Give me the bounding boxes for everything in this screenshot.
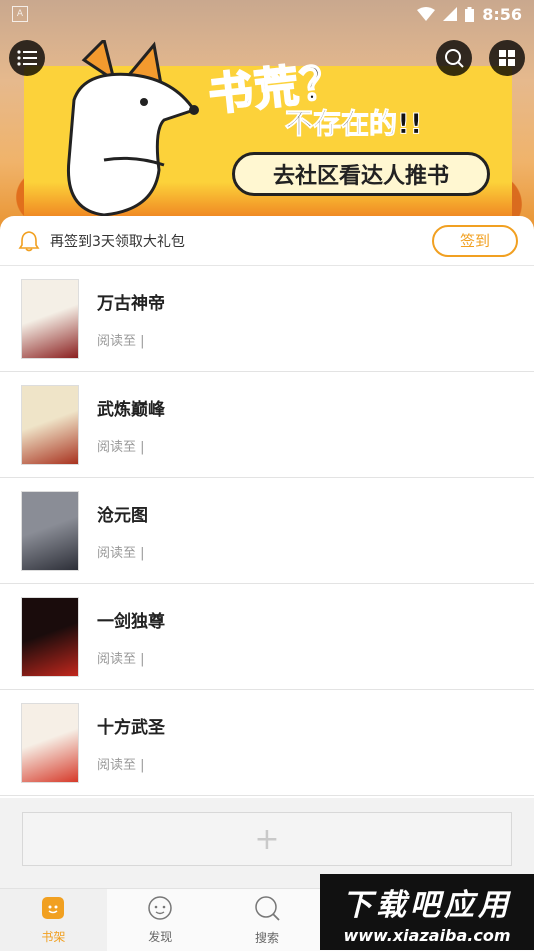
book-title: 一剑独尊 <box>97 611 165 632</box>
book-row[interactable]: 武炼巅峰 阅读至 | <box>0 372 534 478</box>
book-title: 武炼巅峰 <box>97 399 165 420</box>
plus-icon: + <box>254 821 280 857</box>
book-row[interactable]: 一剑独尊 阅读至 | <box>0 584 534 690</box>
book-row[interactable]: 沧元图 阅读至 | <box>0 478 534 584</box>
bookshelf-sheet: 再签到3天领取大礼包 签到 万古神帝 阅读至 | 武炼巅峰 阅读至 | 沧元图 … <box>0 216 534 886</box>
search-button[interactable] <box>436 40 472 76</box>
battery-icon <box>465 6 475 22</box>
grid-icon <box>499 50 515 66</box>
grid-view-button[interactable] <box>489 40 525 76</box>
nav-item-discover[interactable]: 发现 <box>107 889 214 951</box>
nav-label: 书架 <box>41 929 66 944</box>
book-cover[interactable] <box>21 490 79 571</box>
nav-label: 发现 <box>148 929 173 944</box>
book-cover[interactable] <box>21 384 79 465</box>
notification-icon: A <box>12 6 28 22</box>
bookshelf-icon <box>41 896 65 924</box>
signin-bar: 再签到3天领取大礼包 签到 <box>0 216 534 266</box>
signin-button[interactable]: 签到 <box>432 224 518 257</box>
clock: 8:56 <box>482 4 522 24</box>
fox-mascot-illustration <box>66 40 199 217</box>
menu-icon <box>17 50 37 66</box>
book-title: 沧元图 <box>97 505 148 526</box>
book-cover[interactable] <box>21 702 79 783</box>
search-icon <box>254 895 280 925</box>
signin-reward-text: 再签到3天领取大礼包 <box>50 233 185 250</box>
book-row[interactable]: 十方武圣 阅读至 | <box>0 690 534 796</box>
book-cover[interactable] <box>21 278 79 359</box>
book-list: 万古神帝 阅读至 | 武炼巅峰 阅读至 | 沧元图 阅读至 | 一剑独尊 阅读至… <box>0 266 534 796</box>
wifi-icon <box>417 7 436 21</box>
book-title: 万古神帝 <box>97 293 165 314</box>
search-icon <box>445 49 464 68</box>
book-cover[interactable] <box>21 596 79 677</box>
bell-icon <box>18 230 40 251</box>
reading-progress: 阅读至 | <box>97 439 145 455</box>
signal-icon <box>443 7 458 21</box>
banner-subline: 不存在的!! <box>285 107 424 141</box>
promo-banner[interactable]: 书荒？ 不存在的!! 去社区看达人推书 <box>0 0 534 232</box>
add-book-button[interactable]: + <box>22 812 512 866</box>
add-book-area: + <box>0 798 534 886</box>
nav-item-bookshelf[interactable]: 书架 <box>0 889 107 951</box>
book-row[interactable]: 万古神帝 阅读至 | <box>0 266 534 372</box>
banner-cta[interactable]: 去社区看达人推书 <box>232 152 490 196</box>
status-bar: A 8:56 <box>0 0 534 28</box>
reading-progress: 阅读至 | <box>97 333 145 349</box>
reading-progress: 阅读至 | <box>97 757 145 773</box>
watermark-title: 下载吧应用 <box>342 887 512 923</box>
reading-progress: 阅读至 | <box>97 651 145 667</box>
discover-icon <box>147 895 173 924</box>
menu-button[interactable] <box>9 40 45 76</box>
reading-progress: 阅读至 | <box>97 545 145 561</box>
watermark-url: www.xiazaiba.com <box>343 925 511 945</box>
book-title: 十方武圣 <box>97 717 165 738</box>
watermark-logo: 下载吧应用 www.xiazaiba.com <box>320 874 534 950</box>
nav-label: 搜索 <box>254 930 279 945</box>
nav-item-search[interactable]: 搜索 <box>214 889 321 951</box>
